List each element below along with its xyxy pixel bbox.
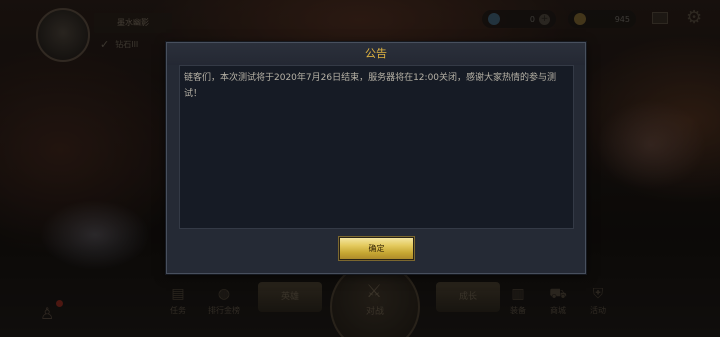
announcement-dialog: 公告 链客们，本次测试将于2020年7月26日结束，服务器将在12:00关闭，感… <box>166 42 586 274</box>
confirm-button[interactable]: 确定 <box>338 236 415 261</box>
dialog-title: 公告 <box>167 43 585 65</box>
announcement-text: 链客们，本次测试将于2020年7月26日结束，服务器将在12:00关闭，感谢大家… <box>184 73 557 99</box>
announcement-content: 链客们，本次测试将于2020年7月26日结束，服务器将在12:00关闭，感谢大家… <box>179 65 574 229</box>
